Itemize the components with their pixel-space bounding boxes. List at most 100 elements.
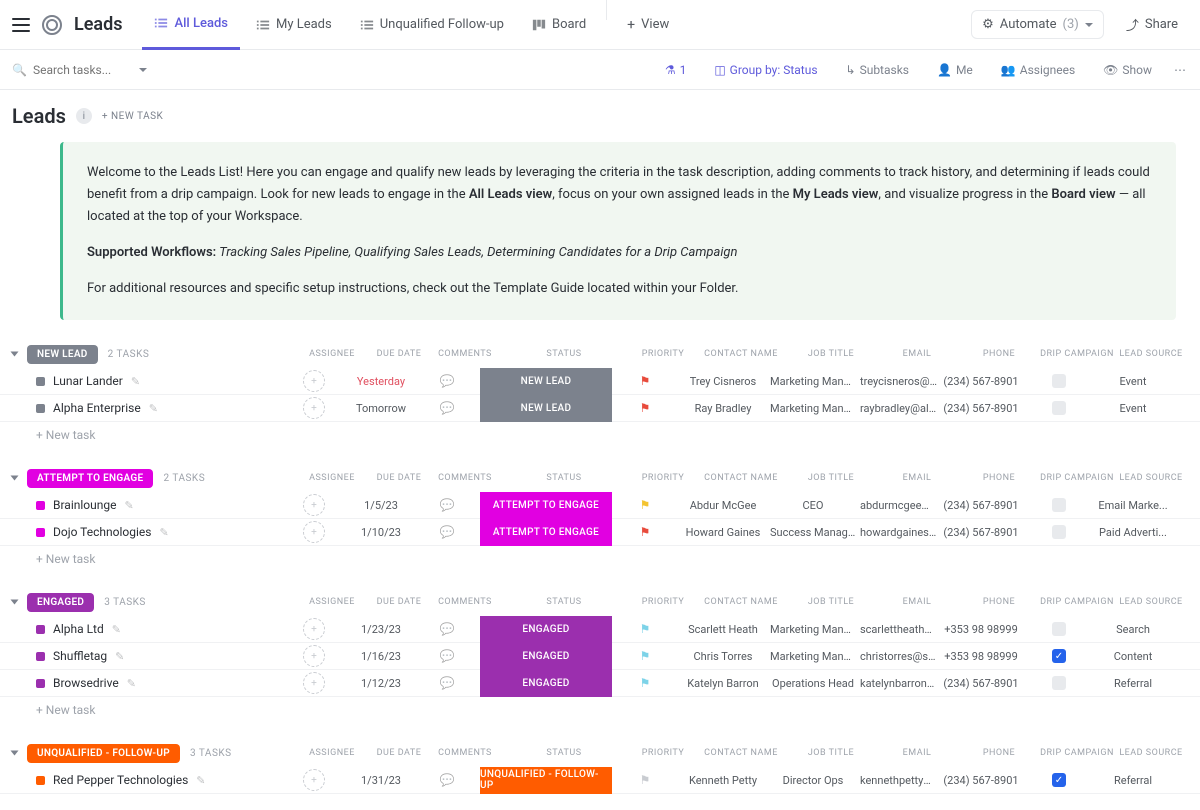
priority-flag[interactable]: ⚑ bbox=[640, 374, 651, 388]
priority-flag[interactable]: ⚑ bbox=[640, 773, 651, 787]
group-header: ATTEMPT TO ENGAGE 2 TASKS ASSIGNEEDUE DA… bbox=[0, 464, 1200, 492]
chevron-icon[interactable] bbox=[11, 600, 19, 605]
status-pill[interactable]: ENGAGED bbox=[480, 616, 612, 643]
assignee-avatar[interactable]: + bbox=[303, 494, 325, 516]
edit-icon[interactable]: ✎ bbox=[131, 375, 140, 388]
priority-flag[interactable]: ⚑ bbox=[640, 676, 651, 690]
task-name-text: Alpha Enterprise bbox=[53, 401, 141, 415]
tab-all-leads[interactable]: All Leads bbox=[142, 0, 240, 50]
status-pill[interactable]: ATTEMPT TO ENGAGE bbox=[480, 492, 612, 519]
comments-icon[interactable]: 💬 bbox=[414, 498, 480, 512]
due-date[interactable]: 1/10/23 bbox=[348, 526, 414, 539]
show-button[interactable]: 👁Show bbox=[1097, 60, 1158, 80]
task-row[interactable]: Lunar Lander✎ + Yesterday 💬 NEW LEAD ⚑ T… bbox=[0, 368, 1200, 395]
tab-board[interactable]: Board bbox=[520, 0, 598, 50]
task-row[interactable]: Alpha Ltd✎ + 1/23/23 💬 ENGAGED ⚑ Scarlet… bbox=[0, 616, 1200, 643]
comments-icon[interactable]: 💬 bbox=[414, 676, 480, 690]
priority-flag[interactable]: ⚑ bbox=[640, 401, 651, 415]
chevron-icon[interactable] bbox=[11, 476, 19, 481]
assignee-avatar[interactable]: + bbox=[303, 370, 325, 392]
due-date[interactable]: 1/5/23 bbox=[348, 499, 414, 512]
assignee-avatar[interactable]: + bbox=[303, 672, 325, 694]
assignees-button[interactable]: 👥Assignees bbox=[995, 60, 1081, 80]
priority-flag[interactable]: ⚑ bbox=[640, 498, 651, 512]
group-header: ENGAGED 3 TASKS ASSIGNEEDUE DATECOMMENTS… bbox=[0, 588, 1200, 616]
group-badge[interactable]: NEW LEAD bbox=[27, 345, 98, 364]
task-row[interactable]: Shuffletag✎ + 1/16/23 💬 ENGAGED ⚑ Chris … bbox=[0, 643, 1200, 670]
info-icon[interactable]: i bbox=[76, 108, 92, 124]
tab-my-leads[interactable]: My Leads bbox=[244, 0, 344, 50]
due-date[interactable]: 1/31/23 bbox=[348, 774, 414, 787]
edit-icon[interactable]: ✎ bbox=[159, 526, 168, 539]
due-date[interactable]: Yesterday bbox=[348, 375, 414, 388]
status-pill[interactable]: ENGAGED bbox=[480, 670, 612, 697]
priority-flag[interactable]: ⚑ bbox=[640, 649, 651, 663]
due-date[interactable]: 1/16/23 bbox=[348, 650, 414, 663]
comments-icon[interactable]: 💬 bbox=[414, 525, 480, 539]
automate-button[interactable]: ⚙ Automate (3) bbox=[971, 10, 1104, 39]
chevron-icon[interactable] bbox=[11, 751, 19, 756]
comments-icon[interactable]: 💬 bbox=[414, 401, 480, 415]
lead-source: Search bbox=[1096, 623, 1170, 636]
status-pill[interactable]: ATTEMPT TO ENGAGE bbox=[480, 519, 612, 546]
status-pill[interactable]: NEW LEAD bbox=[480, 395, 612, 422]
drip-checkbox[interactable] bbox=[1052, 498, 1066, 512]
task-row[interactable]: Dojo Technologies✎ + 1/10/23 💬 ATTEMPT T… bbox=[0, 519, 1200, 546]
status-pill[interactable]: ENGAGED bbox=[480, 643, 612, 670]
search-input[interactable] bbox=[33, 63, 133, 77]
tab-add-view[interactable]: +View bbox=[615, 0, 681, 50]
edit-icon[interactable]: ✎ bbox=[112, 623, 121, 636]
new-task-row[interactable]: + New task bbox=[0, 697, 1200, 723]
drip-checkbox[interactable] bbox=[1052, 622, 1066, 636]
new-task-row[interactable]: + New task bbox=[0, 422, 1200, 448]
comments-icon[interactable]: 💬 bbox=[414, 374, 480, 388]
drip-checkbox[interactable] bbox=[1052, 676, 1066, 690]
priority-flag[interactable]: ⚑ bbox=[640, 622, 651, 636]
drip-checkbox[interactable]: ✓ bbox=[1052, 773, 1066, 787]
chevron-down-icon[interactable] bbox=[139, 68, 147, 72]
filter-button[interactable]: ⚗1 bbox=[659, 60, 693, 80]
status-pill[interactable]: NEW LEAD bbox=[480, 368, 612, 395]
more-icon[interactable]: ⋯ bbox=[1174, 63, 1188, 77]
drip-checkbox[interactable] bbox=[1052, 374, 1066, 388]
drip-checkbox[interactable] bbox=[1052, 401, 1066, 415]
tab-unqualified[interactable]: Unqualified Follow-up bbox=[348, 0, 516, 50]
new-task-row[interactable]: + New task bbox=[0, 546, 1200, 572]
assignee-avatar[interactable]: + bbox=[303, 521, 325, 543]
drip-checkbox[interactable]: ✓ bbox=[1052, 649, 1066, 663]
menu-icon[interactable] bbox=[12, 18, 30, 32]
comments-icon[interactable]: 💬 bbox=[414, 649, 480, 663]
comments-icon[interactable]: 💬 bbox=[414, 622, 480, 636]
groupby-button[interactable]: ◫Group by: Status bbox=[708, 60, 823, 80]
task-row[interactable]: Red Pepper Technologies✎ + 1/31/23 💬 UNQ… bbox=[0, 767, 1200, 794]
group-badge[interactable]: ATTEMPT TO ENGAGE bbox=[27, 469, 153, 488]
assignee-avatar[interactable]: + bbox=[303, 618, 325, 640]
edit-icon[interactable]: ✎ bbox=[125, 499, 134, 512]
share-button[interactable]: ⤴ Share bbox=[1116, 9, 1188, 40]
group-badge[interactable]: UNQUALIFIED - FOLLOW-UP bbox=[27, 744, 180, 763]
status-pill[interactable]: UNQUALIFIED - FOLLOW-UP bbox=[480, 767, 612, 794]
task-row[interactable]: Brainlounge✎ + 1/5/23 💬 ATTEMPT TO ENGAG… bbox=[0, 492, 1200, 519]
assignee-avatar[interactable]: + bbox=[303, 645, 325, 667]
due-date[interactable]: Tomorrow bbox=[348, 402, 414, 415]
subtasks-button[interactable]: ↳Subtasks bbox=[840, 60, 915, 80]
due-date[interactable]: 1/12/23 bbox=[348, 677, 414, 690]
task-row[interactable]: Alpha Enterprise✎ + Tomorrow 💬 NEW LEAD … bbox=[0, 395, 1200, 422]
assignee-avatar[interactable]: + bbox=[303, 769, 325, 791]
new-task-button[interactable]: + NEW TASK bbox=[102, 111, 163, 122]
search-wrap: 🔍 bbox=[12, 63, 147, 77]
assignee-avatar[interactable]: + bbox=[303, 397, 325, 419]
task-row[interactable]: Browsedrive✎ + 1/12/23 💬 ENGAGED ⚑ Katel… bbox=[0, 670, 1200, 697]
edit-icon[interactable]: ✎ bbox=[196, 774, 205, 787]
edit-icon[interactable]: ✎ bbox=[149, 402, 158, 415]
search-icon: 🔍 bbox=[12, 63, 27, 77]
chevron-icon[interactable] bbox=[11, 352, 19, 357]
comments-icon[interactable]: 💬 bbox=[414, 773, 480, 787]
drip-checkbox[interactable] bbox=[1052, 525, 1066, 539]
edit-icon[interactable]: ✎ bbox=[115, 650, 124, 663]
edit-icon[interactable]: ✎ bbox=[127, 677, 136, 690]
group-badge[interactable]: ENGAGED bbox=[27, 593, 94, 612]
due-date[interactable]: 1/23/23 bbox=[348, 623, 414, 636]
me-button[interactable]: 👤Me bbox=[931, 60, 979, 80]
priority-flag[interactable]: ⚑ bbox=[640, 525, 651, 539]
